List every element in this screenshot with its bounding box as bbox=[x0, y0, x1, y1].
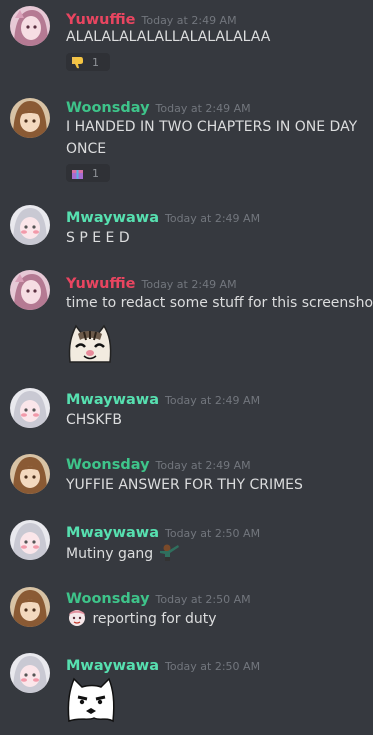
message-text: YUFFIE ANSWER FOR THY CRIMES bbox=[66, 477, 303, 493]
timestamp: Today at 2:49 AM bbox=[155, 102, 251, 115]
message-text: ALALALALALALLALALALALAA bbox=[66, 29, 271, 45]
timestamp: Today at 2:50 AM bbox=[164, 660, 261, 673]
author-name[interactable]: Woonsday bbox=[66, 591, 150, 607]
message-text-content: Mutiny gang bbox=[66, 546, 154, 562]
author-name[interactable]: Woonsday bbox=[66, 100, 150, 116]
message-text: CHSKFB bbox=[66, 412, 123, 428]
reaction-gift[interactable]: 1 bbox=[66, 164, 110, 182]
timestamp: Today at 2:50 AM bbox=[155, 593, 251, 606]
dab-emoji bbox=[159, 544, 179, 561]
author-name[interactable]: Mwaywawa bbox=[66, 392, 159, 408]
message-text: Mutiny gang bbox=[66, 542, 180, 565]
avatar-mwaywawa[interactable] bbox=[10, 653, 50, 693]
reaction-thumbs-down[interactable]: 1 bbox=[66, 53, 110, 71]
avatar-woonsday[interactable] bbox=[10, 98, 50, 138]
salute-emoji bbox=[69, 610, 85, 626]
gift-icon bbox=[72, 169, 83, 179]
author-name[interactable]: Mwaywawa bbox=[66, 658, 159, 674]
cat-emoji bbox=[66, 320, 114, 368]
timestamp: Today at 2:49 AM bbox=[155, 459, 251, 472]
avatar-mwaywawa[interactable] bbox=[10, 205, 50, 245]
avatar-mwaywawa[interactable] bbox=[10, 520, 50, 560]
message-text: ONCE bbox=[66, 141, 107, 157]
avatar-woonsday[interactable] bbox=[10, 454, 50, 494]
message-text: S P E E D bbox=[66, 230, 130, 246]
reaction-count: 1 bbox=[92, 166, 99, 180]
timestamp: Today at 2:49 AM bbox=[164, 394, 261, 407]
timestamp: Today at 2:50 AM bbox=[164, 527, 261, 540]
author-name[interactable]: Woonsday bbox=[66, 457, 150, 473]
message-text-content: reporting for duty bbox=[92, 611, 217, 627]
avatar-woonsday[interactable] bbox=[10, 587, 50, 627]
timestamp: Today at 2:49 AM bbox=[164, 212, 261, 225]
author-name[interactable]: Yuwuffie bbox=[66, 276, 136, 292]
avatar-yuwuffie[interactable] bbox=[10, 270, 50, 310]
message-text: time to redact some stuff for this scree… bbox=[66, 295, 373, 311]
author-name[interactable]: Mwaywawa bbox=[66, 210, 159, 226]
avatar-mwaywawa[interactable] bbox=[10, 388, 50, 428]
timestamp: Today at 2:49 AM bbox=[141, 278, 237, 291]
message-text: I HANDED IN TWO CHAPTERS IN ONE DAY bbox=[66, 119, 358, 135]
reaction-count: 1 bbox=[92, 55, 99, 69]
ghost-cat-emoji bbox=[66, 675, 116, 727]
thumbs-down-icon bbox=[72, 56, 83, 68]
avatar-yuwuffie[interactable] bbox=[10, 6, 50, 46]
author-name[interactable]: Mwaywawa bbox=[66, 525, 159, 541]
message-text: reporting for duty bbox=[66, 607, 217, 630]
